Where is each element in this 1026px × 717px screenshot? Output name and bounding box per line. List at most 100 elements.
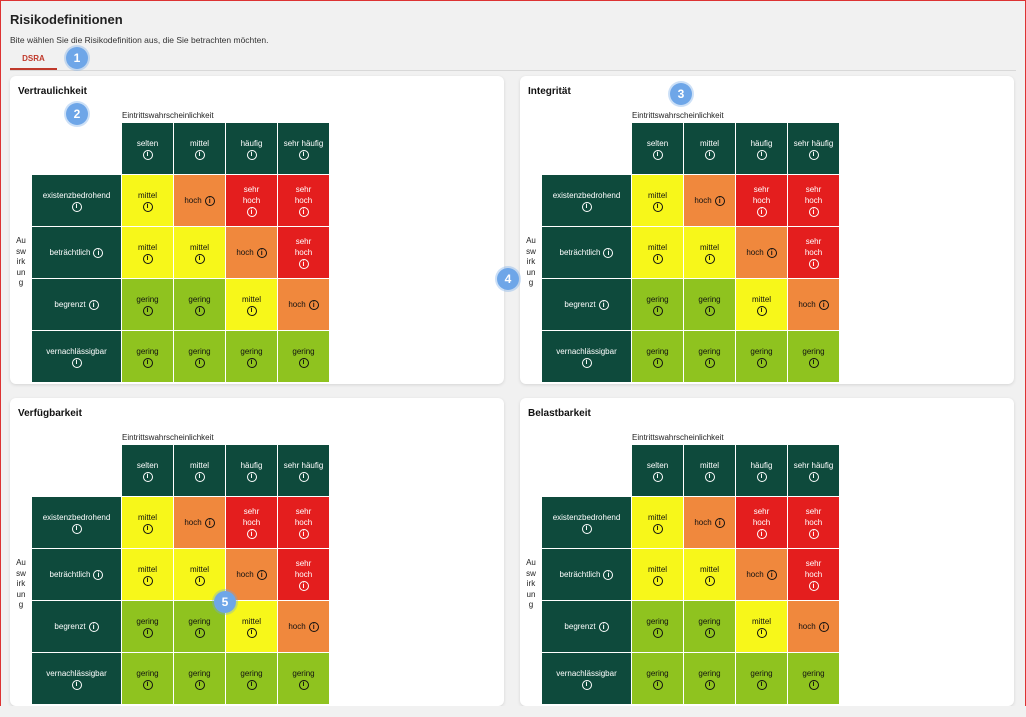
risk-cell-mittel[interactable]: mittel i [736,601,788,653]
risk-cell-gering[interactable]: gering i [122,279,174,331]
row-header-begrenzt[interactable]: begrenzt i [542,601,632,653]
info-icon[interactable]: i [756,305,767,316]
info-icon[interactable]: i [142,201,153,212]
info-icon[interactable]: i [71,357,82,368]
row-header-beträchtlich[interactable]: beträchtlich i [32,227,122,279]
column-header-sehr-häufig[interactable]: sehr häufig i [278,123,330,175]
info-icon[interactable]: i [246,207,257,217]
risk-cell-mittel[interactable]: mittel i [122,549,174,601]
tab-dsra[interactable]: DSRA [10,48,57,70]
column-header-mittel[interactable]: mittel i [684,123,736,175]
info-icon[interactable]: i [194,471,205,482]
risk-cell-sehr-hoch[interactable]: sehr hoch i [226,175,278,227]
info-icon[interactable]: i [652,679,663,690]
risk-cell-mittel[interactable]: mittel i [736,279,788,331]
risk-cell-gering[interactable]: gering i [174,331,226,383]
column-header-mittel[interactable]: mittel i [174,445,226,497]
info-icon[interactable]: i [246,357,257,368]
info-icon[interactable]: i [704,305,715,316]
risk-cell-hoch[interactable]: hoch i [278,279,330,331]
risk-cell-sehr-hoch[interactable]: sehr hoch i [278,227,330,279]
column-header-sehr-häufig[interactable]: sehr häufig i [788,123,840,175]
info-icon[interactable]: i [298,471,309,482]
row-header-beträchtlich[interactable]: beträchtlich i [542,227,632,279]
info-icon[interactable]: i [71,201,82,212]
risk-cell-sehr-hoch[interactable]: sehr hoch i [736,497,788,549]
info-icon[interactable]: i [256,570,267,580]
risk-cell-gering[interactable]: gering i [736,653,788,705]
info-icon[interactable]: i [142,679,153,690]
info-icon[interactable]: i [142,471,153,482]
column-header-häufig[interactable]: häufig i [736,123,788,175]
info-icon[interactable]: i [818,622,829,632]
risk-cell-sehr-hoch[interactable]: sehr hoch i [278,549,330,601]
info-icon[interactable]: i [704,357,715,368]
info-icon[interactable]: i [194,149,205,160]
risk-cell-sehr-hoch[interactable]: sehr hoch i [788,549,840,601]
info-icon[interactable]: i [808,581,819,591]
info-icon[interactable]: i [808,207,819,217]
risk-cell-mittel[interactable]: mittel i [632,497,684,549]
risk-cell-gering[interactable]: gering i [632,279,684,331]
info-icon[interactable]: i [808,679,819,690]
info-icon[interactable]: i [93,570,104,580]
row-header-existenzbedrohend[interactable]: existenzbedrohend i [542,497,632,549]
risk-cell-hoch[interactable]: hoch i [736,549,788,601]
risk-cell-gering[interactable]: gering i [632,653,684,705]
info-icon[interactable]: i [652,201,663,212]
column-header-selten[interactable]: selten i [122,445,174,497]
column-header-sehr-häufig[interactable]: sehr häufig i [278,445,330,497]
row-header-vernachlässigbar[interactable]: vernachlässigbar i [542,653,632,705]
column-header-sehr-häufig[interactable]: sehr häufig i [788,445,840,497]
risk-cell-gering[interactable]: gering i [736,331,788,383]
risk-cell-gering[interactable]: gering i [684,331,736,383]
column-header-häufig[interactable]: häufig i [736,445,788,497]
info-icon[interactable]: i [704,149,715,160]
info-icon[interactable]: i [246,305,257,316]
column-header-selten[interactable]: selten i [122,123,174,175]
info-icon[interactable]: i [704,627,715,638]
risk-cell-sehr-hoch[interactable]: sehr hoch i [278,175,330,227]
risk-cell-mittel[interactable]: mittel i [632,227,684,279]
risk-cell-sehr-hoch[interactable]: sehr hoch i [226,497,278,549]
info-icon[interactable]: i [756,149,767,160]
row-header-existenzbedrohend[interactable]: existenzbedrohend i [542,175,632,227]
info-icon[interactable]: i [142,523,153,534]
info-icon[interactable]: i [204,518,215,528]
info-icon[interactable]: i [298,207,309,217]
info-icon[interactable]: i [808,149,819,160]
info-icon[interactable]: i [194,575,205,586]
info-icon[interactable]: i [581,523,592,534]
risk-cell-sehr-hoch[interactable]: sehr hoch i [788,497,840,549]
row-header-vernachlässigbar[interactable]: vernachlässigbar i [32,653,122,705]
info-icon[interactable]: i [246,149,257,160]
risk-cell-gering[interactable]: gering i [632,331,684,383]
risk-cell-gering[interactable]: gering i [788,653,840,705]
risk-cell-gering[interactable]: gering i [174,653,226,705]
risk-cell-mittel[interactable]: mittel i [684,227,736,279]
info-icon[interactable]: i [652,357,663,368]
info-icon[interactable]: i [714,196,725,206]
info-icon[interactable]: i [652,149,663,160]
info-icon[interactable]: i [298,149,309,160]
info-icon[interactable]: i [808,471,819,482]
risk-cell-sehr-hoch[interactable]: sehr hoch i [788,227,840,279]
row-header-existenzbedrohend[interactable]: existenzbedrohend i [32,497,122,549]
row-header-existenzbedrohend[interactable]: existenzbedrohend i [32,175,122,227]
info-icon[interactable]: i [93,248,104,258]
row-header-beträchtlich[interactable]: beträchtlich i [542,549,632,601]
info-icon[interactable]: i [71,523,82,534]
risk-cell-gering[interactable]: gering i [788,331,840,383]
info-icon[interactable]: i [808,357,819,368]
info-icon[interactable]: i [598,300,609,310]
info-icon[interactable]: i [246,471,257,482]
row-header-begrenzt[interactable]: begrenzt i [32,279,122,331]
risk-cell-hoch[interactable]: hoch i [278,601,330,653]
row-header-begrenzt[interactable]: begrenzt i [542,279,632,331]
info-icon[interactable]: i [71,679,82,690]
info-icon[interactable]: i [246,627,257,638]
risk-cell-mittel[interactable]: mittel i [174,227,226,279]
info-icon[interactable]: i [298,529,309,539]
info-icon[interactable]: i [298,357,309,368]
info-icon[interactable]: i [766,248,777,258]
